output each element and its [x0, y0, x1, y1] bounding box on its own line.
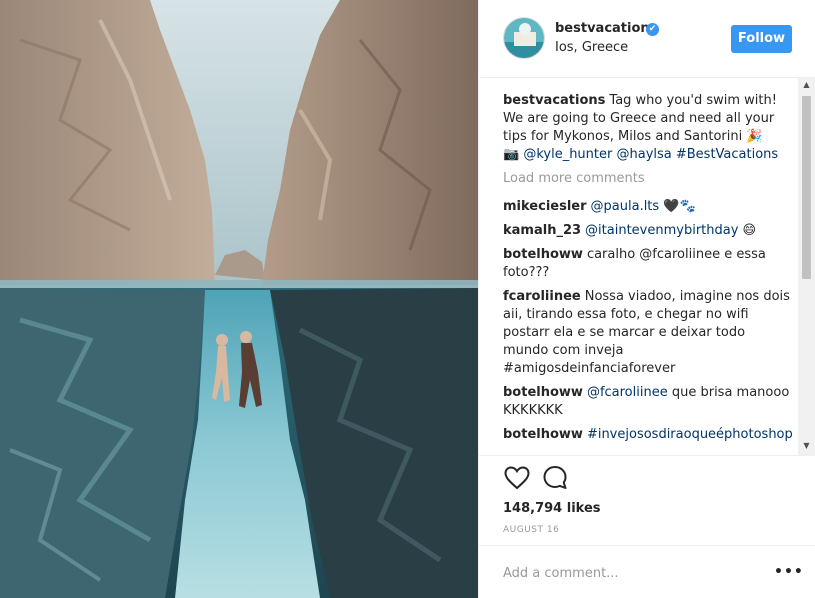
list-item: botelhoww caralho @fcaroliinee e essa fot…: [503, 246, 793, 282]
comments-scrollbar[interactable]: ▲ ▼: [798, 78, 815, 455]
heart-icon[interactable]: [503, 464, 531, 492]
post-header: bestvacations ✔ Ios, Greece Follow: [479, 0, 815, 78]
follow-button[interactable]: Follow: [731, 25, 792, 53]
add-comment-input[interactable]: [503, 564, 743, 582]
photo-illustration: [0, 0, 478, 598]
username[interactable]: bestvacations: [555, 21, 657, 36]
comment-mention[interactable]: @fcaroliinee: [587, 385, 668, 400]
list-item: kamalh_23 @itaintevenmybirthday 😄: [503, 222, 793, 240]
comment-username[interactable]: fcaroliinee: [503, 289, 581, 304]
comment-mention[interactable]: @paula.lts: [591, 199, 660, 214]
comment-text: 😄: [738, 223, 757, 238]
post-date: AUGUST 16: [503, 525, 560, 535]
comment-username[interactable]: mikeciesler: [503, 199, 587, 214]
comment-username[interactable]: botelhoww: [503, 385, 583, 400]
post-sidebar: bestvacations ✔ Ios, Greece Follow bestv…: [478, 0, 815, 598]
comment-username[interactable]: kamalh_23: [503, 223, 581, 238]
more-options-icon[interactable]: •••: [774, 564, 804, 580]
list-item: fcaroliinee Nossa viadoo, imagine nos doi…: [503, 288, 793, 378]
add-comment-bar: •••: [479, 545, 815, 598]
post-actions: 148,794 likes AUGUST 16: [479, 455, 815, 543]
verified-badge-icon: ✔: [646, 23, 659, 36]
caption-mentions[interactable]: @kyle_hunter @haylsa #BestVacations: [523, 147, 778, 162]
camera-icon: 📷: [503, 147, 520, 162]
avatar-image: [504, 18, 544, 58]
list-item: botelhoww #invejososdiraoqueéphotoshop: [503, 426, 793, 444]
comment-mention[interactable]: @itaintevenmybirthday: [585, 223, 738, 238]
caption-username[interactable]: bestvacations: [503, 93, 605, 108]
list-item: botelhoww @fcaroliinee que brisa manooo K…: [503, 384, 793, 420]
caption: bestvacations Tag who you'd swim with! We…: [503, 92, 793, 164]
comment-username[interactable]: botelhoww: [503, 247, 583, 262]
comment-mention[interactable]: #invejososdiraoqueéphotoshop: [587, 427, 793, 442]
comment-text: 🖤🐾: [659, 199, 696, 214]
location[interactable]: Ios, Greece: [555, 40, 628, 55]
scroll-thumb[interactable]: [802, 96, 811, 279]
comment-username[interactable]: botelhoww: [503, 427, 583, 442]
list-item: mikeciesler @paula.lts 🖤🐾: [503, 198, 793, 216]
post-photo[interactable]: [0, 0, 478, 598]
comments-list: bestvacations Tag who you'd swim with! We…: [503, 92, 793, 452]
likes-count[interactable]: 148,794 likes: [503, 501, 601, 516]
comment-bubble-icon[interactable]: [541, 464, 569, 492]
avatar[interactable]: [503, 17, 545, 59]
scroll-up-arrow-icon[interactable]: ▲: [798, 80, 815, 92]
load-more-comments[interactable]: Load more comments: [503, 170, 793, 188]
scroll-down-arrow-icon[interactable]: ▼: [798, 441, 815, 453]
